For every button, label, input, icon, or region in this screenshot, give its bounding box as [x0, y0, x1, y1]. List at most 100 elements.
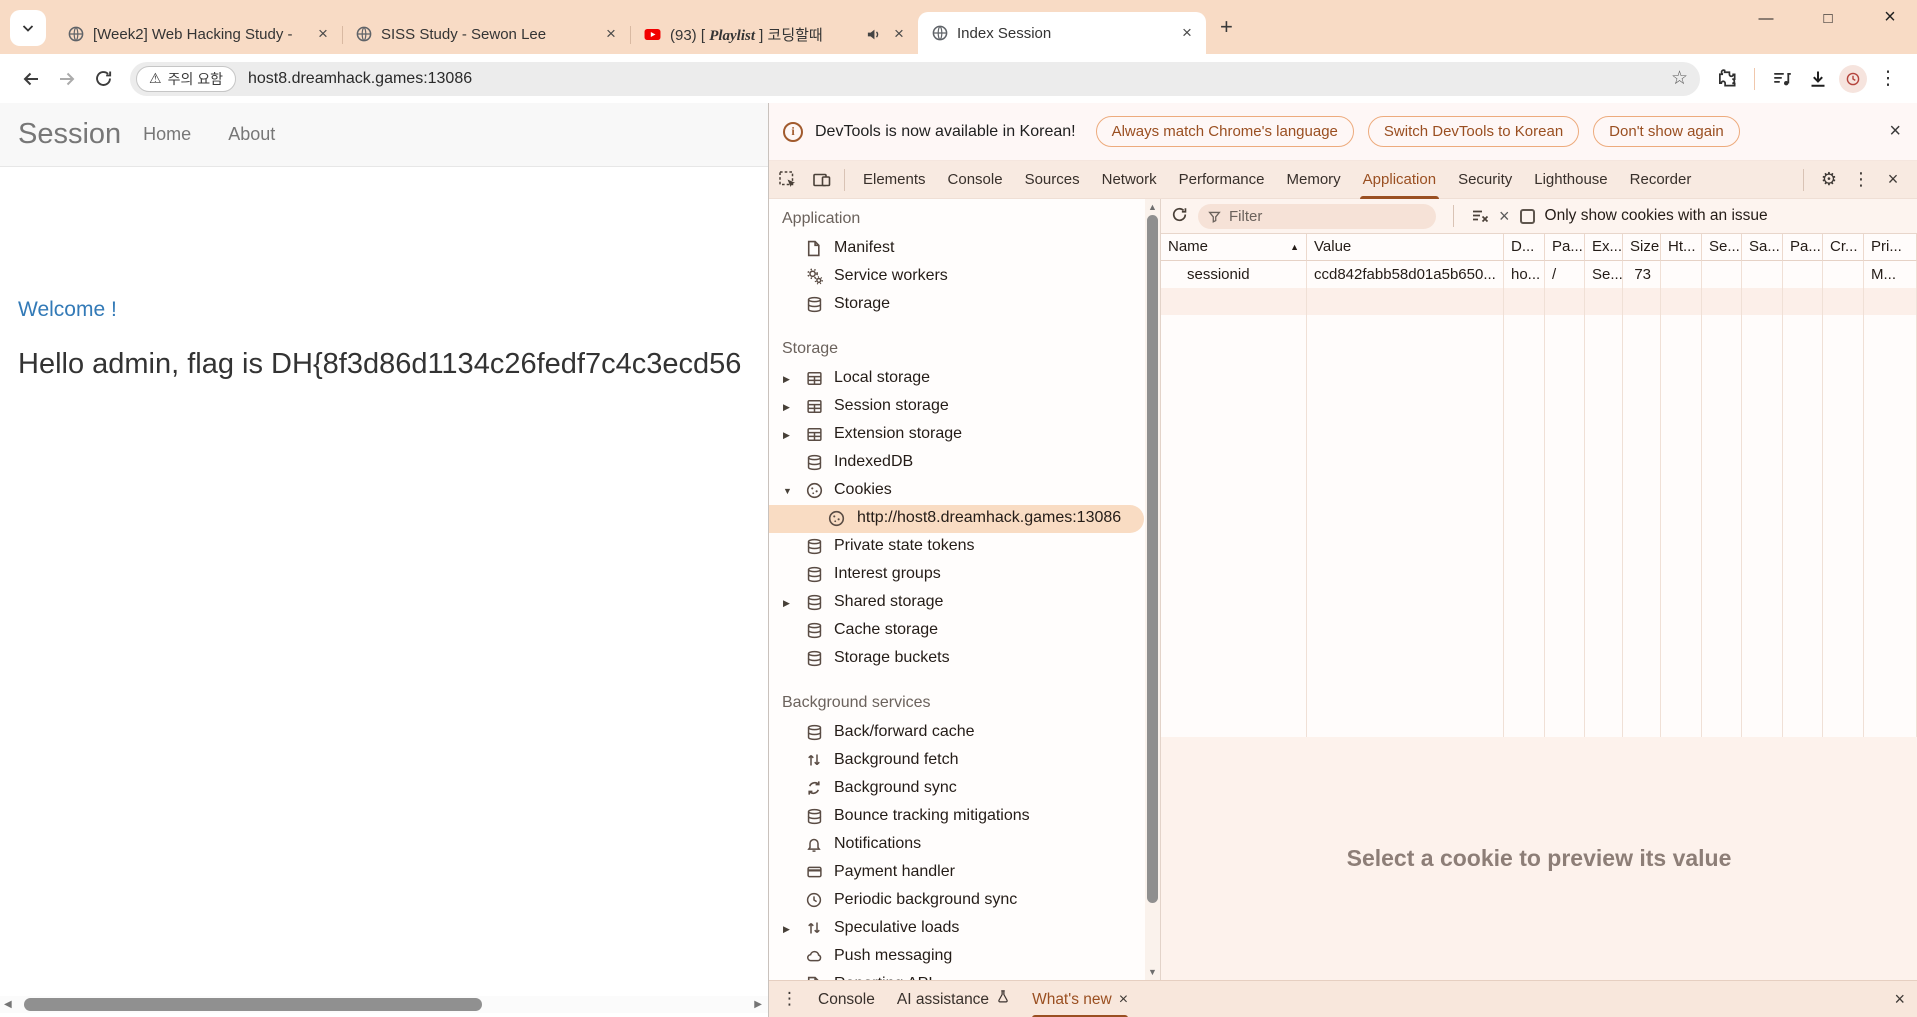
browser-tab[interactable]: SISS Study - Sewon Lee× — [342, 14, 630, 54]
sidebar-item[interactable]: ▶Local storage — [769, 365, 1160, 393]
url-text[interactable]: host8.dreamhack.games:13086 — [248, 70, 1671, 88]
nav-link-about[interactable]: About — [228, 124, 275, 145]
device-toolbar-icon[interactable] — [807, 165, 837, 195]
inspect-element-icon[interactable] — [773, 165, 803, 195]
cookie-cell[interactable] — [1783, 261, 1823, 288]
cookie-cell[interactable] — [1823, 261, 1864, 288]
column-header[interactable]: Se... — [1702, 234, 1742, 261]
browser-tab[interactable]: (93) [ Playlist ] 코딩할때× — [630, 14, 918, 54]
welcome-link[interactable]: Welcome ! — [18, 298, 117, 322]
nav-link-home[interactable]: Home — [143, 124, 191, 145]
scroll-left-icon[interactable]: ◀ — [4, 999, 12, 1010]
tab-close-icon[interactable]: × — [1178, 23, 1196, 43]
sidebar-item[interactable]: http://host8.dreamhack.games:13086 — [769, 505, 1144, 533]
column-header[interactable]: Size — [1623, 234, 1661, 261]
new-tab-button[interactable]: + — [1220, 14, 1233, 40]
sidebar-item[interactable]: Bounce tracking mitigations — [769, 803, 1160, 831]
sidebar-item[interactable]: Periodic background sync — [769, 887, 1160, 915]
downloads-icon[interactable] — [1803, 64, 1833, 94]
sidebar-item[interactable]: Notifications — [769, 831, 1160, 859]
window-close-button[interactable]: × — [1871, 10, 1909, 27]
column-header[interactable]: Sa... — [1742, 234, 1783, 261]
url-bar[interactable]: ⚠ 주의 요함 host8.dreamhack.games:13086 ☆ — [130, 62, 1700, 96]
sidebar-item[interactable]: ▶Session storage — [769, 393, 1160, 421]
tree-collapsed-icon[interactable]: ▶ — [783, 374, 790, 385]
sidebar-item[interactable]: Manifest — [769, 235, 1160, 263]
maximize-button[interactable]: □ — [1809, 10, 1847, 27]
browser-tab[interactable]: Index Session× — [918, 12, 1206, 54]
scroll-down-icon[interactable]: ▼ — [1145, 967, 1160, 977]
back-button[interactable] — [16, 64, 46, 94]
column-header[interactable]: Ex... — [1585, 234, 1623, 261]
bookmark-star-icon[interactable]: ☆ — [1671, 67, 1688, 90]
column-header[interactable]: Cr... — [1823, 234, 1864, 261]
notification-button[interactable]: Switch DevTools to Korean — [1368, 116, 1579, 147]
sidebar-item[interactable]: Payment handler — [769, 859, 1160, 887]
drawer-tab-close-icon[interactable]: × — [1119, 981, 1128, 1017]
sidebar-scrollbar-thumb[interactable] — [1147, 215, 1158, 903]
security-badge[interactable]: ⚠ 주의 요함 — [136, 66, 236, 92]
drawer-tab-ai-assistance[interactable]: AI assistance — [897, 981, 1010, 1017]
browser-tab[interactable]: [Week2] Web Hacking Study -× — [54, 14, 342, 54]
cookie-cell[interactable]: M... — [1864, 261, 1917, 288]
devtools-close-icon[interactable]: × — [1879, 166, 1907, 194]
forward-button[interactable] — [52, 64, 82, 94]
horizontal-scrollbar[interactable]: ◀ ▶ — [0, 996, 768, 1013]
sidebar-item[interactable]: Back/forward cache — [769, 719, 1160, 747]
reload-button[interactable] — [88, 64, 118, 94]
sidebar-item[interactable]: ▶Extension storage — [769, 421, 1160, 449]
tab-close-icon[interactable]: × — [890, 24, 908, 44]
column-header[interactable]: Pri... — [1864, 234, 1917, 261]
column-header[interactable]: Ht... — [1661, 234, 1702, 261]
notification-button[interactable]: Don't show again — [1593, 116, 1740, 147]
devtools-tab-security[interactable]: Security — [1447, 161, 1523, 199]
drawer-tab-console[interactable]: Console — [818, 981, 875, 1017]
tree-collapsed-icon[interactable]: ▶ — [783, 924, 790, 935]
drawer-tab-what-s-new[interactable]: What's new× — [1032, 981, 1128, 1017]
scrollbar-thumb[interactable] — [24, 998, 482, 1011]
devtools-tab-elements[interactable]: Elements — [852, 161, 937, 199]
devtools-tab-sources[interactable]: Sources — [1014, 161, 1091, 199]
tab-close-icon[interactable]: × — [602, 24, 620, 44]
tab-search-button[interactable] — [10, 10, 46, 46]
tree-collapsed-icon[interactable]: ▶ — [783, 430, 790, 441]
profile-avatar[interactable] — [1839, 65, 1867, 93]
media-playlist-icon[interactable] — [1767, 64, 1797, 94]
devtools-tab-memory[interactable]: Memory — [1276, 161, 1352, 199]
sidebar-item[interactable]: ▶Speculative loads — [769, 915, 1160, 943]
devtools-tab-recorder[interactable]: Recorder — [1619, 161, 1703, 199]
sidebar-item[interactable]: Push messaging — [769, 943, 1160, 971]
cookie-cell[interactable]: sessionid — [1161, 261, 1307, 288]
notification-close-icon[interactable]: × — [1889, 120, 1901, 143]
cookie-cell[interactable] — [1661, 261, 1702, 288]
sidebar-item[interactable]: Cache storage — [769, 617, 1160, 645]
sidebar-item[interactable]: Background sync — [769, 775, 1160, 803]
cookie-cell[interactable] — [1702, 261, 1742, 288]
sidebar-item[interactable]: Private state tokens — [769, 533, 1160, 561]
column-header[interactable]: Value — [1307, 234, 1504, 261]
devtools-settings-icon[interactable]: ⚙ — [1815, 166, 1843, 194]
cookie-cell[interactable]: 73 — [1623, 261, 1661, 288]
devtools-tab-application[interactable]: Application — [1352, 161, 1447, 199]
cookie-cell[interactable]: Se... — [1585, 261, 1623, 288]
extensions-icon[interactable] — [1712, 64, 1742, 94]
refresh-cookies-icon[interactable] — [1171, 206, 1188, 227]
scroll-up-icon[interactable]: ▲ — [1145, 202, 1160, 212]
tree-expanded-icon[interactable]: ▼ — [783, 486, 792, 496]
sidebar-item[interactable]: Reporting API — [769, 971, 1160, 980]
sidebar-item[interactable]: Service workers — [769, 263, 1160, 291]
minimize-button[interactable]: — — [1747, 10, 1785, 27]
clear-filter-icon[interactable] — [1471, 207, 1489, 225]
column-header[interactable]: Pa... — [1545, 234, 1585, 261]
cookie-cell[interactable]: / — [1545, 261, 1585, 288]
scroll-right-icon[interactable]: ▶ — [754, 999, 762, 1010]
devtools-tab-console[interactable]: Console — [937, 161, 1014, 199]
speaker-icon[interactable] — [866, 27, 881, 42]
issue-filter-checkbox[interactable] — [1520, 209, 1535, 224]
drawer-close-icon[interactable]: × — [1894, 989, 1905, 1010]
filter-input[interactable]: Filter — [1198, 204, 1436, 229]
tree-collapsed-icon[interactable]: ▶ — [783, 598, 790, 609]
devtools-tab-performance[interactable]: Performance — [1168, 161, 1276, 199]
browser-menu-icon[interactable]: ⋮ — [1873, 64, 1903, 94]
cookie-cell[interactable]: ho... — [1504, 261, 1545, 288]
